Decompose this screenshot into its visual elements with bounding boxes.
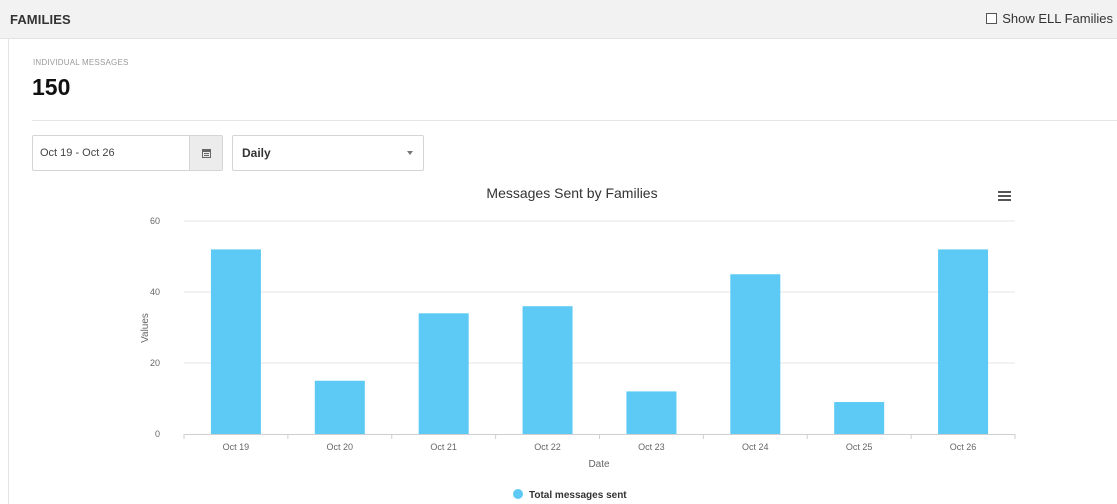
bar <box>522 306 573 434</box>
x-tick-label: Oct 21 <box>430 442 457 452</box>
bar <box>210 249 261 434</box>
x-tick-label: Oct 26 <box>950 442 977 452</box>
bar <box>626 391 677 434</box>
x-tick-label: Oct 23 <box>638 442 665 452</box>
x-tick-label: Oct 24 <box>742 442 769 452</box>
x-tick-label: Oct 22 <box>534 442 561 452</box>
chart-title: Messages Sent by Families <box>486 185 657 201</box>
bar <box>834 402 885 434</box>
bar <box>730 274 781 434</box>
legend-marker <box>513 489 523 499</box>
y-tick-label: 40 <box>150 287 160 297</box>
x-tick-label: Oct 20 <box>327 442 354 452</box>
x-tick-label: Oct 25 <box>846 442 873 452</box>
x-axis-title: Date <box>588 459 610 470</box>
bar <box>938 249 989 434</box>
bar <box>418 313 469 434</box>
y-axis-title: Values <box>140 313 151 343</box>
y-tick-label: 20 <box>150 358 160 368</box>
legend-label: Total messages sent <box>529 490 627 501</box>
x-tick-label: Oct 19 <box>223 442 250 452</box>
bar <box>314 380 365 434</box>
y-tick-label: 0 <box>155 429 160 439</box>
y-tick-label: 60 <box>150 216 160 226</box>
bar-chart: Messages Sent by Families 0 20 40 60 Oct 19 Oc… <box>140 185 1016 501</box>
